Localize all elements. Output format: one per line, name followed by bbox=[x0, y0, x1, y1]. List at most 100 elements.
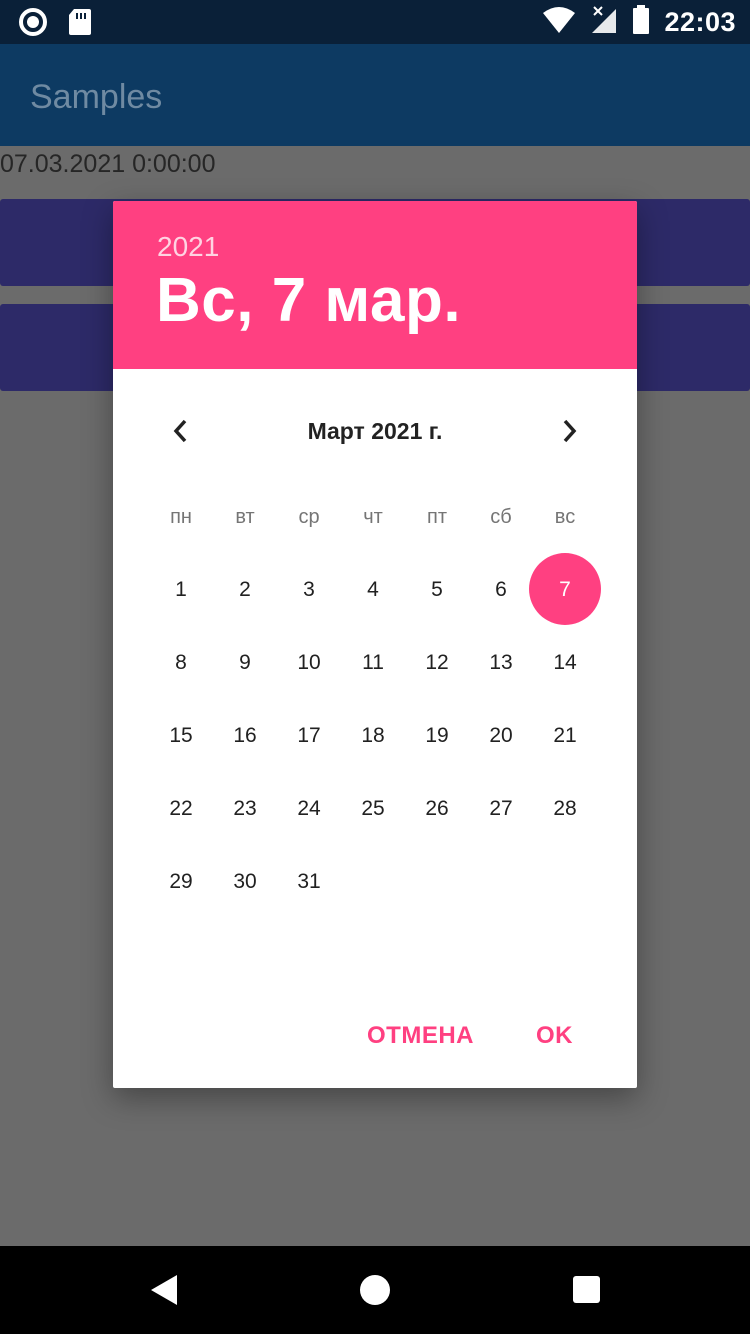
day-number: 4 bbox=[367, 577, 379, 601]
day-cell[interactable]: 12 bbox=[405, 626, 469, 699]
day-cell[interactable]: 16 bbox=[213, 699, 277, 772]
weekday-label: вт bbox=[235, 506, 255, 528]
day-cell[interactable]: 1 bbox=[149, 553, 213, 626]
day-number: 24 bbox=[297, 796, 321, 820]
day-number: 11 bbox=[362, 650, 384, 674]
header-selected-date[interactable]: Вс, 7 мар. bbox=[156, 265, 461, 336]
day-cell[interactable]: 10 bbox=[277, 626, 341, 699]
day-cell[interactable]: 22 bbox=[149, 772, 213, 845]
date-value-text: 07.03.2021 0:00:00 bbox=[0, 150, 216, 178]
status-bar: 22:03 bbox=[0, 0, 750, 44]
day-cell[interactable]: 25 bbox=[341, 772, 405, 845]
ok-button[interactable]: OK bbox=[520, 1012, 589, 1060]
day-number: 29 bbox=[169, 869, 193, 893]
day-number: 7 bbox=[559, 577, 571, 601]
day-cell[interactable]: 30 bbox=[213, 845, 277, 918]
weekday-label: ср bbox=[298, 506, 320, 528]
weekday-label: сб bbox=[490, 506, 512, 528]
day-cell[interactable]: 23 bbox=[213, 772, 277, 845]
calendar-week-row: 8 9 10 11 12 13 14 bbox=[149, 626, 597, 699]
day-number: 1 bbox=[175, 577, 187, 601]
day-number: 2 bbox=[239, 577, 251, 601]
cancel-button[interactable]: ОТМЕНА bbox=[351, 1012, 490, 1060]
day-number: 21 bbox=[553, 723, 577, 747]
dialog-header: 2021 Вс, 7 мар. bbox=[113, 201, 637, 369]
weekday-label: вс bbox=[554, 506, 576, 528]
calendar-weeks: 1 2 3 4 5 6 7 8 9 10 11 12 13 14 15 16 17 18 19 20 21 22 23 24 2… bbox=[149, 553, 601, 918]
sd-card-icon bbox=[68, 7, 92, 42]
day-cell[interactable]: 28 bbox=[533, 772, 597, 845]
day-cell[interactable]: 6 bbox=[469, 553, 533, 626]
calendar-week-row: 29 30 31 bbox=[149, 845, 597, 918]
day-cell[interactable]: 5 bbox=[405, 553, 469, 626]
calendar-week-row: 22 23 24 25 26 27 28 bbox=[149, 772, 597, 845]
day-cell[interactable]: 20 bbox=[469, 699, 533, 772]
status-time: 22:03 bbox=[664, 7, 736, 37]
day-cell[interactable]: 3 bbox=[277, 553, 341, 626]
record-icon bbox=[18, 7, 48, 42]
day-number: 28 bbox=[553, 796, 577, 820]
day-number: 22 bbox=[169, 796, 193, 820]
weekday-label: пн bbox=[170, 506, 192, 528]
home-icon[interactable] bbox=[360, 1275, 390, 1305]
battery-icon bbox=[632, 5, 650, 40]
day-number: 8 bbox=[175, 650, 187, 674]
header-year[interactable]: 2021 bbox=[157, 231, 219, 263]
day-cell[interactable]: 14 bbox=[533, 626, 597, 699]
day-number: 9 bbox=[239, 650, 251, 674]
day-number: 5 bbox=[431, 577, 443, 601]
day-cell[interactable]: 19 bbox=[405, 699, 469, 772]
calendar-week-row: 15 16 17 18 19 20 21 bbox=[149, 699, 597, 772]
day-number: 15 bbox=[169, 723, 193, 747]
chevron-right-icon bbox=[563, 419, 577, 443]
day-cell[interactable]: 27 bbox=[469, 772, 533, 845]
wifi-icon bbox=[542, 6, 576, 39]
selected-day[interactable]: 7 bbox=[529, 553, 601, 626]
recent-apps-icon[interactable] bbox=[573, 1276, 600, 1303]
dialog-actions: ОТМЕНА OK bbox=[351, 1012, 637, 1060]
back-icon[interactable] bbox=[150, 1274, 178, 1311]
day-number: 20 bbox=[489, 723, 513, 747]
day-number: 12 bbox=[425, 650, 449, 674]
day-number: 31 bbox=[297, 869, 321, 893]
day-number: 19 bbox=[425, 723, 449, 747]
day-cell[interactable]: 8 bbox=[149, 626, 213, 699]
day-number: 6 bbox=[495, 577, 507, 601]
day-number: 13 bbox=[489, 650, 513, 674]
weekday-header-row: пн вт ср чт пт сб вс bbox=[149, 497, 597, 537]
calendar-week-row: 1 2 3 4 5 6 7 bbox=[149, 553, 601, 626]
day-cell[interactable]: 2 bbox=[213, 553, 277, 626]
day-cell[interactable]: 29 bbox=[149, 845, 213, 918]
app-bar: Samples bbox=[0, 44, 750, 146]
day-number: 16 bbox=[233, 723, 257, 747]
day-number: 14 bbox=[553, 650, 577, 674]
day-number: 23 bbox=[233, 796, 257, 820]
signal-icon bbox=[590, 5, 618, 40]
day-cell[interactable]: 17 bbox=[277, 699, 341, 772]
day-number: 30 bbox=[233, 869, 257, 893]
day-cell[interactable]: 9 bbox=[213, 626, 277, 699]
day-number: 10 bbox=[297, 650, 321, 674]
day-cell[interactable]: 15 bbox=[149, 699, 213, 772]
day-cell[interactable]: 18 bbox=[341, 699, 405, 772]
day-cell[interactable]: 24 bbox=[277, 772, 341, 845]
weekday-label: чт bbox=[363, 506, 383, 528]
day-cell[interactable]: 13 bbox=[469, 626, 533, 699]
day-cell[interactable]: 11 bbox=[341, 626, 405, 699]
day-number: 27 bbox=[489, 796, 513, 820]
navigation-bar bbox=[0, 1246, 750, 1334]
day-cell[interactable]: 21 bbox=[533, 699, 597, 772]
day-cell[interactable]: 26 bbox=[405, 772, 469, 845]
day-number: 18 bbox=[361, 723, 385, 747]
calendar-grid: пн вт ср чт пт сб вс 1 2 3 4 5 6 7 8 9 10 11 12 13 14… bbox=[149, 497, 601, 918]
app-title: Samples bbox=[30, 78, 163, 116]
day-cell[interactable]: 31 bbox=[277, 845, 341, 918]
day-number: 25 bbox=[361, 796, 385, 820]
next-month-button[interactable] bbox=[549, 411, 589, 451]
weekday-label: пт bbox=[427, 506, 447, 528]
day-number: 17 bbox=[297, 723, 321, 747]
date-picker-dialog: 2021 Вс, 7 мар. Март 2021 г. пн вт ср чт… bbox=[113, 201, 637, 1088]
day-cell[interactable]: 4 bbox=[341, 553, 405, 626]
day-number: 26 bbox=[425, 796, 449, 820]
day-number: 3 bbox=[303, 577, 315, 601]
